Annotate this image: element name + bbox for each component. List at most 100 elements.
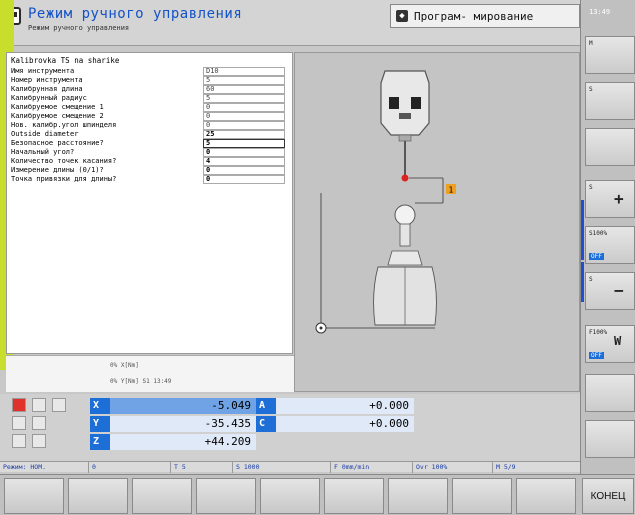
form-input[interactable]: 4 [203, 157, 285, 166]
blue-indicator [581, 262, 584, 302]
softkey-3[interactable] [132, 478, 192, 514]
form-input[interactable]: 60 [203, 85, 285, 94]
status-text-area: 0% X[Nm] 0% Y[Nm] S1 13:49 [6, 355, 294, 392]
form-input[interactable]: 5 [203, 76, 285, 85]
mode-subtitle: Режим ручного управления [28, 24, 130, 32]
softkey-9[interactable] [516, 478, 576, 514]
blank-button[interactable] [32, 434, 46, 448]
softkey-spindle-minus[interactable]: S − [585, 272, 635, 310]
blank-button[interactable] [52, 398, 66, 412]
form-input[interactable]: 0 [203, 121, 285, 130]
softkey-s[interactable]: S [585, 82, 635, 120]
form-row: Имя инструмента D10 [11, 67, 291, 76]
softkey-m[interactable]: M [585, 36, 635, 74]
form-row: Точка привязки для длины? 0 [11, 175, 291, 184]
help-graphic-panel: 1 [294, 52, 580, 392]
form-row: Калибрунная длина 60 [11, 85, 291, 94]
form-input[interactable]: 5 [203, 94, 285, 103]
form-label: Калибруемое смещение 1 [11, 103, 104, 111]
off-badge: OFF [589, 352, 604, 359]
axis-value-x: -5.049 [110, 398, 256, 414]
end-button[interactable]: КОНЕЦ [582, 478, 634, 514]
plus-icon: + [614, 189, 624, 208]
axis-value-a: +0.000 [276, 398, 414, 414]
status-m: M 5/9 [492, 462, 578, 473]
form-label: Нов. калибр.угол шпинделя [11, 121, 117, 129]
form-row: Нов. калибр.угол шпинделя 0 [11, 121, 291, 130]
form-label: Измерение длины (0/1)? [11, 166, 104, 174]
form-label: Количество точек касания? [11, 157, 117, 165]
softkey-5[interactable] [260, 478, 320, 514]
form-input[interactable]: 0 [203, 175, 285, 184]
horizontal-softkey-bar: КОНЕЦ [0, 474, 635, 515]
softkey-7[interactable] [388, 478, 448, 514]
form-row: Калибрунный радиус 5 [11, 94, 291, 103]
dimension-marker-label: 1 [449, 186, 454, 195]
blue-indicator [581, 200, 584, 260]
form-row: Калибруемое смещение 1 0 [11, 103, 291, 112]
status-line-2: 0% Y[Nm] S1 13:49 [110, 378, 172, 385]
softkey-blank[interactable] [585, 420, 635, 458]
machine-status-line: Режим: НОМ. 0 T 5 S 1000 F 0mm/min Ovr 1… [0, 461, 580, 473]
programming-mode-label: Програм- мирование [414, 10, 534, 23]
status-t: 0 [88, 462, 168, 473]
softkey-label: M [589, 40, 593, 47]
position-display: X -5.049 A +0.000 Y -35.435 C +0.000 Z +… [0, 394, 580, 462]
form-row: Начальный угол? 0 [11, 148, 291, 157]
programming-mode-button[interactable]: ◆ Програм- мирование [390, 4, 580, 28]
form-title: Kalibrovka TS na sharike [11, 56, 120, 65]
softkey-blank[interactable] [585, 128, 635, 166]
close-icon[interactable] [32, 398, 46, 412]
minus-icon: − [614, 281, 624, 300]
form-input-active[interactable]: 5 [203, 139, 285, 148]
form-input[interactable]: 0 [203, 148, 285, 157]
form-row: Калибруемое смещение 2 0 [11, 112, 291, 121]
softkey-label: S [589, 276, 593, 283]
blank-button[interactable] [32, 416, 46, 430]
form-row: Outside diameter 25 [11, 130, 291, 139]
off-badge: OFF [589, 253, 604, 260]
softkey-spindle-plus[interactable]: S + [585, 180, 635, 218]
spindle-icon[interactable] [12, 398, 26, 412]
status-override: Ovr 100% [412, 462, 476, 473]
softkey-label: S [589, 86, 593, 93]
form-label: Имя инструмента [11, 67, 75, 75]
axis-label-c: C [256, 416, 276, 432]
softkey-label: F100% [589, 329, 608, 336]
form-row: Измерение длины (0/1)? 0 [11, 166, 291, 175]
softkey-1[interactable] [4, 478, 64, 514]
clock: 13:49 [589, 8, 611, 16]
axis-label-z: Z [90, 434, 110, 450]
vertical-softkey-bar: 13:49 M S S + S100% OFF S − F100% W OFF [580, 0, 635, 474]
form-row: Номер инструмента 5 [11, 76, 291, 85]
form-input[interactable]: 0 [203, 112, 285, 121]
softkey-6[interactable] [324, 478, 384, 514]
form-label: Калибрунный радиус [11, 94, 87, 102]
cycle-form-panel: Kalibrovka TS na sharike Имя инструмента… [6, 52, 293, 354]
axis-label-y: Y [90, 416, 110, 432]
status-spindle: S 1000 [232, 462, 298, 473]
softkey-8[interactable] [452, 478, 512, 514]
softkey-2[interactable] [68, 478, 128, 514]
softkey-spindle-override[interactable]: S100% OFF [585, 226, 635, 264]
form-input[interactable]: D10 [203, 67, 285, 76]
blank-button[interactable] [12, 434, 26, 448]
axis-label-a: A [256, 398, 276, 414]
softkey-blank[interactable] [585, 374, 635, 412]
axis-value-y: -35.435 [110, 416, 256, 432]
form-label: Калибрунная длина [11, 85, 83, 93]
status-feed: F 0mm/min [330, 462, 410, 473]
probe-calibration-diagram: 1 [315, 70, 456, 334]
form-input[interactable]: 0 [203, 166, 285, 175]
form-label: Безопасное расстояние? [11, 139, 104, 147]
form-label: Калибруемое смещение 2 [11, 112, 104, 120]
coolant-icon[interactable] [12, 416, 26, 430]
status-line-1: 0% X[Nm] [110, 362, 139, 369]
softkey-label: S [589, 184, 593, 191]
form-label: Outside diameter [11, 130, 79, 138]
softkey-feed-override[interactable]: F100% W OFF [585, 325, 635, 363]
form-input[interactable]: 25 [203, 130, 285, 139]
softkey-4[interactable] [196, 478, 256, 514]
arrow-icon: ◆ [396, 10, 408, 22]
form-input[interactable]: 0 [203, 103, 285, 112]
